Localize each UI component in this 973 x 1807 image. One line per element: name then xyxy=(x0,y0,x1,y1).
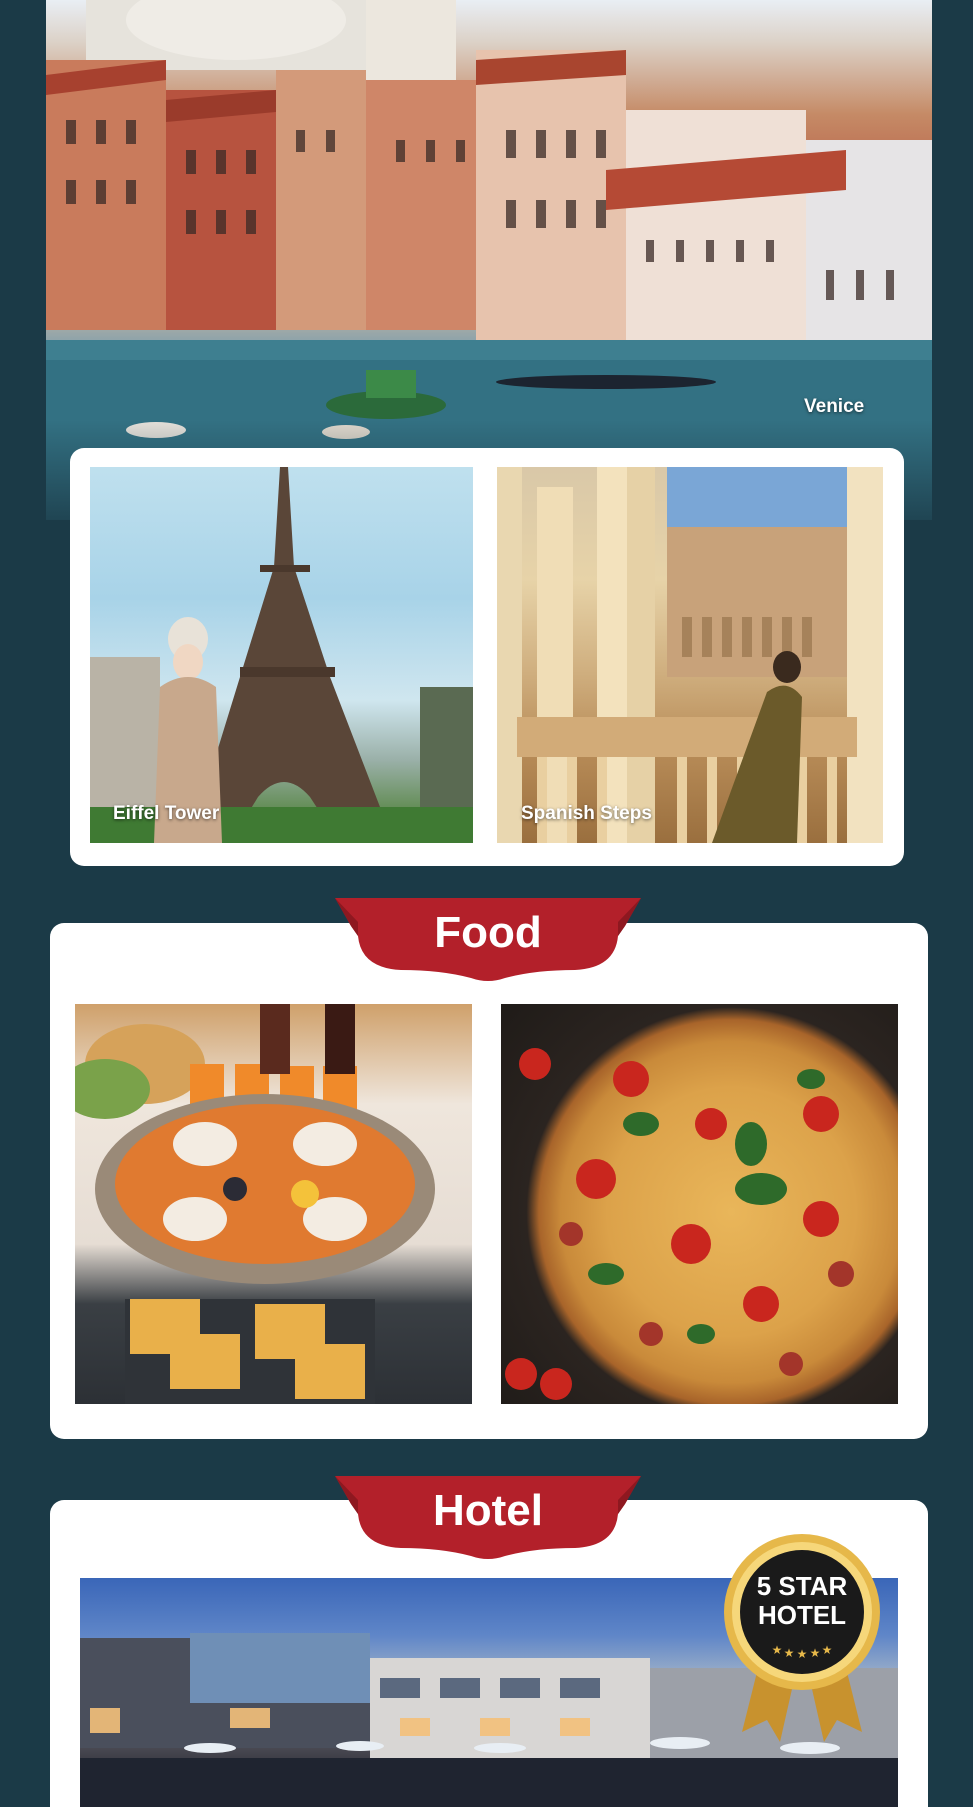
food-title: Food xyxy=(434,908,542,957)
svg-text:★: ★ xyxy=(822,1643,833,1657)
spanish-steps-caption: Spanish Steps xyxy=(521,803,652,824)
svg-text:★: ★ xyxy=(772,1643,783,1657)
five-star-hotel-badge: ★ ★ ★ ★ ★ 5 STAR HOTEL xyxy=(722,1532,882,1742)
spanish-scene xyxy=(497,467,883,843)
eiffel-tower-photo: Eiffel Tower xyxy=(90,467,473,843)
award-ribbon-icon: ★ ★ ★ ★ ★ xyxy=(724,1534,880,1742)
hotel-title: Hotel xyxy=(433,1486,543,1535)
paella-photo xyxy=(75,1004,472,1404)
pizza-photo xyxy=(501,1004,898,1404)
food-ribbon: Food xyxy=(335,898,641,986)
hotel-ribbon: Hotel xyxy=(335,1476,641,1564)
venice-caption: Venice xyxy=(804,396,865,417)
eiffel-scene xyxy=(90,467,473,843)
spanish-steps-photo: Spanish Steps xyxy=(497,467,883,843)
svg-text:★: ★ xyxy=(797,1647,808,1661)
svg-text:★: ★ xyxy=(810,1646,821,1660)
eiffel-caption: Eiffel Tower xyxy=(113,803,220,824)
paella-scene xyxy=(75,1004,435,1404)
pizza-scene xyxy=(505,1048,854,1400)
badge-line-1: 5 STAR xyxy=(756,1571,848,1601)
svg-text:★: ★ xyxy=(784,1646,795,1660)
badge-line-2: HOTEL xyxy=(757,1600,847,1630)
